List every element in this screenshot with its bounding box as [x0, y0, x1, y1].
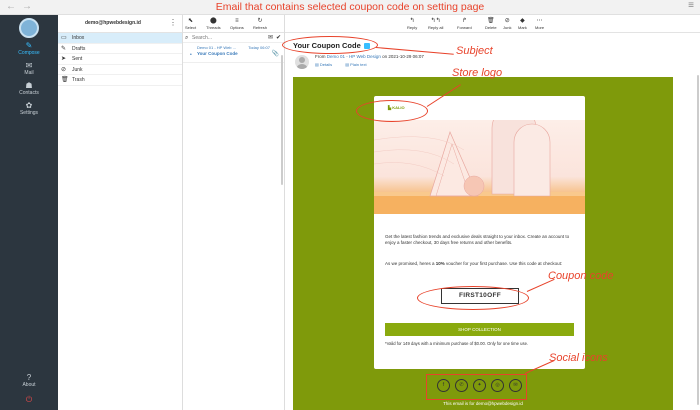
delete-button[interactable]: 🗑 Delete: [485, 17, 497, 30]
checkmark-icon[interactable]: ✔: [276, 33, 281, 43]
email-body: ▙ KALIO Get the latest fashion trends an…: [293, 77, 673, 410]
reply-all-icon: ↰↰: [430, 18, 441, 24]
message-list-pane: ⬉ Select ⬤ Threads ≡ Options ↻ Refresh ⌕…: [183, 15, 285, 410]
account-email: demo@hpwebdesign.id: [85, 20, 141, 26]
list-scrollbar[interactable]: [281, 55, 283, 185]
more-button[interactable]: ⋯ More: [535, 17, 544, 30]
coupon-annotation-ring: [417, 286, 529, 310]
threads-icon: ⬤: [209, 18, 217, 24]
reader-toolbar: ↰ Reply ↰↰ Reply all ↱ Forward 🗑 Delete …: [285, 15, 700, 33]
mail-icon: ✉: [25, 61, 33, 70]
attachment-icon: 📎: [271, 51, 279, 57]
shop-collection-button[interactable]: SHOP COLLECTION: [385, 323, 574, 336]
reader-scrollbar[interactable]: [697, 75, 699, 405]
settings-icon: ✿: [25, 101, 33, 110]
details-link[interactable]: ▤ Details: [315, 62, 338, 67]
folder-header: demo@hpwebdesign.id ⋮: [58, 15, 182, 33]
search-input[interactable]: ⌕ Search... ✉ ✔: [183, 33, 284, 43]
voucher-paragraph: As we promised, heres a 10% voucher for …: [385, 261, 563, 266]
logout-icon: ⏻: [25, 395, 33, 404]
contacts-icon: ☗: [25, 81, 33, 90]
rail-logout[interactable]: ⏻: [0, 395, 58, 404]
junk-icon: ⊘: [504, 18, 510, 24]
subject-annotation: Subject: [456, 45, 493, 57]
coupon-code-annotation: Coupon code: [548, 270, 614, 282]
validity-note: *Valid for 149 days with a minimum purch…: [385, 341, 529, 346]
options-button[interactable]: ≡ Options: [230, 17, 244, 30]
search-icon: ⌕: [185, 35, 189, 41]
app-rail: ✎ Compose ✉ Mail ☗ Contacts ✿ Settings ?…: [0, 15, 58, 410]
unread-dot-icon: •: [190, 52, 192, 58]
list-toolbar: ⬉ Select ⬤ Threads ≡ Options ↻ Refresh: [183, 15, 284, 33]
folder-trash[interactable]: 🗑 Trash: [58, 75, 182, 86]
hero-illustration: [374, 120, 585, 214]
rail-compose[interactable]: ✎ Compose: [0, 41, 58, 56]
rail-settings[interactable]: ✿ Settings: [0, 101, 58, 116]
sender-line: From Demo 01 - HP Web Design on 2021-10-…: [315, 54, 424, 59]
reply-button[interactable]: ↰ Reply: [407, 17, 417, 30]
message-row[interactable]: Demo 01 - HP Web ... Today 06:07 • Your …: [183, 43, 284, 63]
social-annotation-box: [426, 374, 527, 400]
hero-image: [374, 120, 585, 214]
intro-paragraph: Get the latest fashion trends and exclus…: [385, 234, 570, 245]
mark-button[interactable]: ◆ Mark: [518, 17, 527, 30]
junk-icon: ⊘: [61, 66, 67, 73]
store-logo-annotation: Store logo: [452, 67, 503, 79]
inbox-icon: ▭: [61, 35, 67, 41]
more-icon: ⋯: [536, 18, 543, 24]
logo-annotation-ring: [356, 100, 428, 122]
compose-icon: ✎: [25, 41, 33, 50]
page-caption: Email that contains selected coupon code…: [215, 1, 485, 13]
envelope-icon[interactable]: ✉: [268, 33, 273, 43]
trash-icon: 🗑: [61, 77, 69, 83]
junk-button[interactable]: ⊘ Junk: [503, 17, 511, 30]
delete-icon: 🗑: [486, 18, 495, 24]
mark-icon: ◆: [520, 18, 525, 24]
select-icon: ⬉: [188, 18, 194, 24]
plain-text-link[interactable]: ▤ Plain text: [345, 62, 372, 67]
folder-drafts[interactable]: ✎ Drafts: [58, 44, 182, 54]
folder-junk[interactable]: ⊘ Junk: [58, 65, 182, 75]
rail-about[interactable]: ? About: [0, 373, 58, 388]
social-icons-annotation: Social icons: [549, 352, 608, 364]
select-button[interactable]: ⬉ Select: [185, 17, 196, 30]
rail-contacts[interactable]: ☗ Contacts: [0, 81, 58, 96]
browser-toolbar: ← → Email that contains selected coupon …: [0, 0, 700, 15]
drafts-icon: ✎: [61, 45, 67, 52]
refresh-button[interactable]: ↻ Refresh: [253, 17, 267, 30]
folder-menu-icon[interactable]: ⋮: [169, 18, 177, 27]
avatar: [295, 55, 309, 69]
reply-icon: ↰: [409, 18, 415, 24]
email-card: ▙ KALIO Get the latest fashion trends an…: [374, 96, 585, 369]
options-icon: ≡: [235, 18, 239, 24]
reply-all-button[interactable]: ↰↰ Reply all: [428, 17, 443, 30]
message-sender: Demo 01 - HP Web ...: [197, 45, 236, 50]
refresh-icon: ↻: [257, 18, 263, 24]
folder-pane: demo@hpwebdesign.id ⋮ ▭ Inbox ✎ Drafts ➤…: [58, 15, 183, 410]
folder-sent[interactable]: ➤ Sent: [58, 54, 182, 65]
menu-icon[interactable]: ≡: [688, 0, 694, 11]
forward-icon: ↱: [461, 18, 467, 24]
subject-annotation-ring: [282, 36, 378, 54]
folder-inbox[interactable]: ▭ Inbox: [58, 33, 182, 44]
message-date: Today 06:07: [248, 45, 270, 50]
app-logo: [19, 18, 39, 38]
message-subject: Your Coupon Code: [197, 51, 238, 56]
forward-button[interactable]: ↱ Forward: [457, 17, 472, 30]
rail-mail[interactable]: ✉ Mail: [0, 61, 58, 76]
about-icon: ?: [26, 373, 32, 382]
email-footer: This email is for demo@hpwebdesign.id: [443, 401, 523, 406]
threads-button[interactable]: ⬤ Threads: [206, 17, 221, 30]
sent-icon: ➤: [61, 56, 67, 62]
sender-name[interactable]: Demo 01 - HP Web Design: [327, 54, 381, 59]
header-links: ▤ Details ▤ Plain text: [315, 62, 379, 67]
